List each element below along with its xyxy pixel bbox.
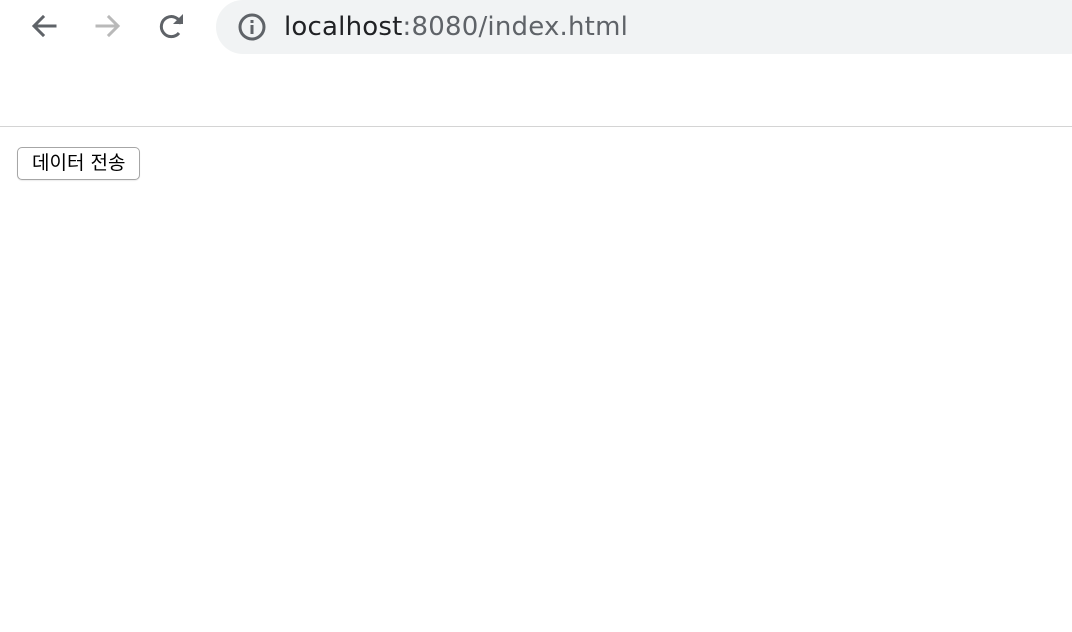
address-bar[interactable]: localhost:8080/index.html [216,0,1072,54]
reload-icon [156,10,188,42]
send-data-button[interactable]: 데이터 전송 [17,147,141,180]
reload-button[interactable] [152,6,192,46]
forward-button[interactable] [88,6,128,46]
back-button[interactable] [24,6,64,46]
arrow-left-icon [28,10,60,42]
url-text[interactable]: localhost:8080/index.html [284,12,628,42]
url-host: localhost [284,12,403,42]
page-content: 데이터 전송 [0,127,1072,180]
url-path: :8080/index.html [402,12,629,42]
arrow-right-icon [92,10,124,42]
browser-toolbar: localhost:8080/index.html [0,0,1072,127]
info-circle-icon[interactable] [236,11,268,43]
